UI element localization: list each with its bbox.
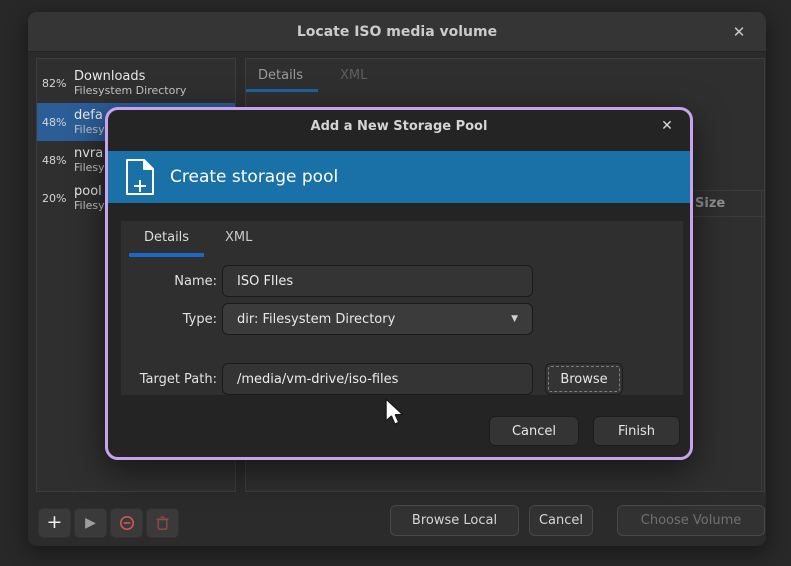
- cancel-button[interactable]: Cancel: [529, 505, 593, 536]
- plus-icon: +: [47, 511, 63, 533]
- dialog-close-button[interactable]: ✕: [654, 110, 680, 143]
- window-title: Locate ISO media volume: [28, 12, 766, 52]
- pool-name: defa: [74, 108, 105, 123]
- banner-title: Create storage pool: [170, 167, 338, 187]
- play-icon: ▶: [85, 515, 96, 531]
- target-path-label: Target Path:: [117, 372, 217, 387]
- name-label: Name:: [127, 274, 217, 289]
- new-document-icon: [124, 158, 156, 196]
- pool-name: nvra: [74, 146, 105, 161]
- stop-circle-icon: [119, 515, 135, 531]
- tab-xml[interactable]: XML: [340, 68, 367, 83]
- pool-type: Filesy: [74, 161, 105, 174]
- tab-details[interactable]: Details: [258, 68, 303, 83]
- pool-usage: 48%: [42, 116, 74, 129]
- window-close-button[interactable]: ✕: [724, 12, 754, 52]
- name-input[interactable]: ISO FIles: [222, 265, 533, 297]
- dialog-tab-xml[interactable]: XML: [225, 230, 252, 245]
- type-dropdown-value: dir: Filesystem Directory: [237, 312, 395, 327]
- target-path-input[interactable]: /media/vm-drive/iso-files: [222, 363, 533, 395]
- finish-button[interactable]: Finish: [593, 416, 680, 446]
- pool-type: Filesystem Directory: [74, 84, 186, 97]
- browse-local-button[interactable]: Browse Local: [390, 505, 519, 536]
- pool-type: Filesy: [74, 199, 105, 212]
- dialog-banner: Create storage pool: [108, 151, 690, 203]
- mouse-cursor: [383, 398, 405, 428]
- type-label: Type:: [127, 312, 217, 327]
- delete-pool-button[interactable]: [146, 508, 179, 538]
- type-dropdown[interactable]: dir: Filesystem Directory ▼: [222, 303, 533, 335]
- close-icon: ✕: [733, 23, 746, 41]
- main-titlebar[interactable]: Locate ISO media volume ✕: [28, 12, 766, 52]
- chevron-down-icon: ▼: [511, 314, 518, 324]
- browse-button[interactable]: Browse: [545, 363, 623, 395]
- trash-icon: [155, 515, 170, 531]
- pool-usage: 20%: [42, 192, 74, 205]
- pool-name: Downloads: [74, 69, 186, 84]
- dialog-tab-details[interactable]: Details: [144, 230, 189, 245]
- stop-pool-button[interactable]: [110, 508, 143, 538]
- add-pool-button[interactable]: +: [38, 508, 71, 538]
- dialog-title: Add a New Storage Pool: [108, 110, 690, 143]
- tab-underline: [246, 89, 318, 92]
- pool-usage: 82%: [42, 77, 74, 90]
- dialog-cancel-button[interactable]: Cancel: [489, 416, 579, 446]
- choose-volume-button[interactable]: Choose Volume: [617, 505, 765, 536]
- close-icon: ✕: [661, 118, 673, 134]
- size-column-header[interactable]: Size: [695, 196, 725, 211]
- pool-name: pool: [74, 184, 105, 199]
- pool-row-downloads[interactable]: 82% Downloads Filesystem Directory: [37, 64, 235, 102]
- column-divider: [761, 190, 762, 491]
- app-background: Locate ISO media volume ✕ 82% Downloads …: [0, 0, 791, 566]
- start-pool-button[interactable]: ▶: [74, 508, 107, 538]
- pool-usage: 48%: [42, 154, 74, 167]
- dialog-titlebar[interactable]: Add a New Storage Pool ✕: [108, 110, 690, 143]
- pool-type: Filesy: [74, 123, 105, 136]
- dialog-tab-underline: [129, 253, 204, 257]
